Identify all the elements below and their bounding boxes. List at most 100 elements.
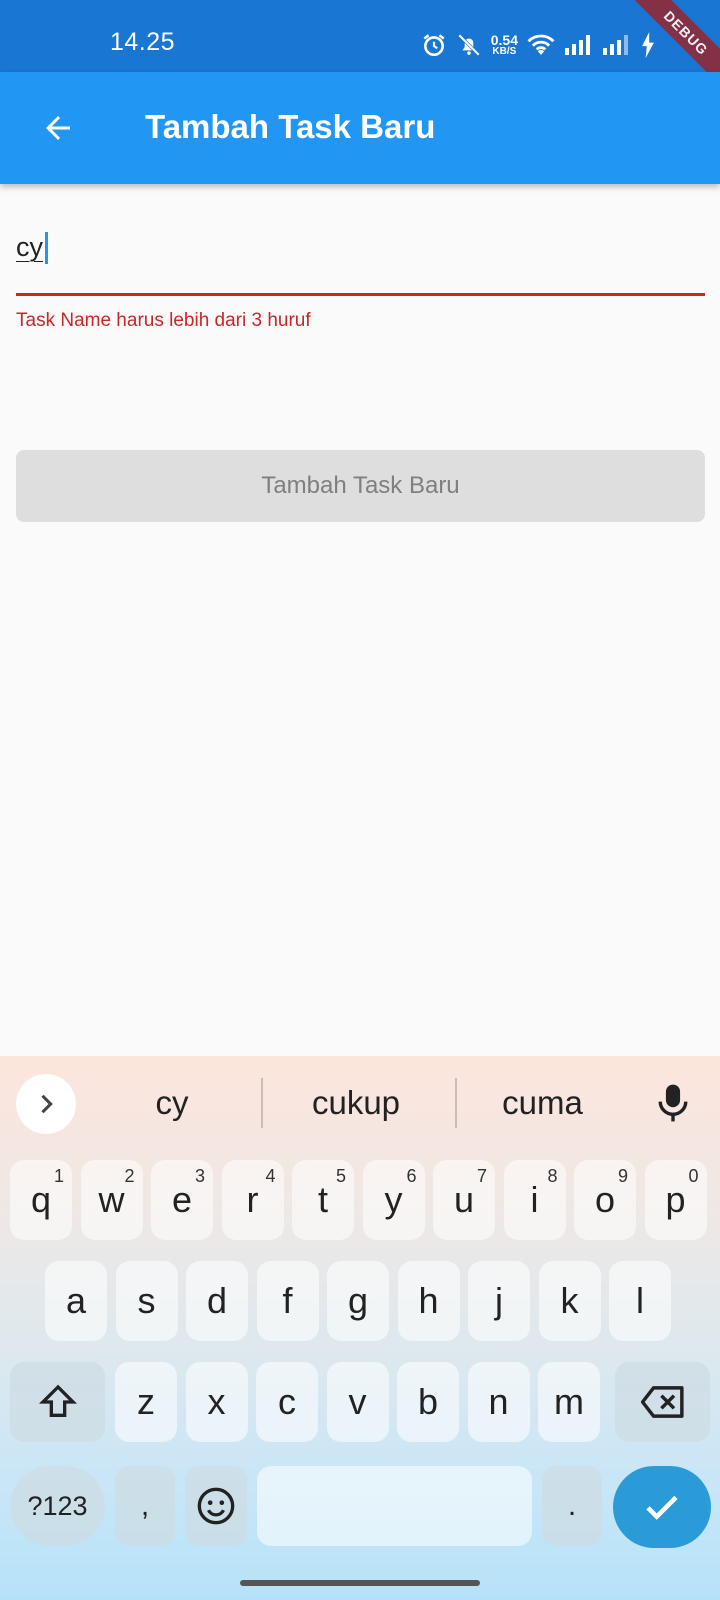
voice-input-button[interactable] (648, 1078, 698, 1128)
key-w[interactable]: w2 (80, 1160, 143, 1240)
key-f-label: f (282, 1280, 293, 1321)
key-x-label: x (207, 1381, 226, 1422)
key-m-label: m (554, 1381, 584, 1422)
net-speed-value: 0.54 (490, 32, 518, 48)
suggestion-divider (455, 1078, 457, 1128)
space-key[interactable] (257, 1466, 532, 1546)
suggestion-1[interactable]: cy (112, 1084, 232, 1122)
key-s[interactable]: s (115, 1261, 178, 1341)
text-cursor (45, 232, 48, 264)
key-u-number-hint: 7 (476, 1166, 487, 1186)
key-u-label: u (453, 1179, 475, 1220)
key-r-number-hint: 4 (265, 1166, 276, 1186)
net-speed: 0.54 KB/S (491, 33, 518, 57)
key-w-label: w (98, 1179, 125, 1220)
key-i-number-hint: 8 (547, 1166, 558, 1186)
key-w-number-hint: 2 (124, 1166, 135, 1186)
key-a-label: a (65, 1280, 87, 1321)
key-y[interactable]: y6 (362, 1160, 425, 1240)
suggestion-2[interactable]: cukup (276, 1084, 436, 1122)
key-u[interactable]: u7 (433, 1160, 495, 1240)
signal-icon (564, 34, 594, 56)
key-n[interactable]: n (467, 1362, 530, 1442)
chevron-right-icon (41, 1094, 53, 1114)
key-r-label: r (246, 1179, 259, 1220)
emoji-key[interactable] (185, 1466, 247, 1546)
key-i[interactable]: i8 (503, 1160, 566, 1240)
suggestion-divider (261, 1078, 263, 1128)
key-v-label: v (348, 1381, 367, 1422)
key-a[interactable]: a (45, 1261, 107, 1341)
signal-icon (602, 34, 632, 56)
key-o-label: o (594, 1179, 616, 1220)
key-i-label: i (530, 1179, 539, 1220)
suggestion-3[interactable]: cuma (470, 1084, 615, 1122)
key-b-label: b (417, 1381, 439, 1422)
key-c[interactable]: c (256, 1362, 318, 1442)
key-d-label: d (206, 1280, 228, 1321)
key-q[interactable]: q1 (10, 1160, 72, 1240)
navigation-handle[interactable] (240, 1580, 480, 1586)
backspace-icon (640, 1386, 684, 1418)
key-q-number-hint: 1 (53, 1166, 64, 1186)
alarm-icon (421, 32, 447, 58)
key-t[interactable]: t5 (292, 1160, 354, 1240)
key-x[interactable]: x (185, 1362, 248, 1442)
comma-key[interactable]: , (115, 1466, 175, 1546)
key-g[interactable]: g (327, 1261, 389, 1341)
task-name-value: cy (16, 232, 43, 262)
period-key[interactable]: . (542, 1466, 602, 1546)
add-task-button[interactable]: Tambah Task Baru (16, 450, 705, 522)
mute-icon (455, 32, 483, 58)
key-y-label: y (384, 1179, 403, 1220)
key-l-label: l (636, 1280, 644, 1321)
key-m[interactable]: m (538, 1362, 600, 1442)
key-k-label: k (560, 1280, 579, 1321)
key-j[interactable]: j (468, 1261, 530, 1341)
soft-keyboard: cy cukup cuma ?123 , . q1w2e3r4t5y6u7i8o… (0, 1056, 720, 1600)
status-bar: 14.25 0.54 KB/S DEBUG (0, 0, 720, 99)
validation-error-text: Task Name harus lebih dari 3 huruf (16, 310, 311, 331)
key-o-number-hint: 9 (617, 1166, 628, 1186)
key-p-label: p (665, 1179, 686, 1220)
key-g-label: g (347, 1280, 369, 1321)
mic-icon (658, 1084, 688, 1122)
key-h[interactable]: h (397, 1261, 460, 1341)
symbols-key[interactable]: ?123 (10, 1466, 105, 1546)
key-p[interactable]: p0 (644, 1160, 707, 1240)
enter-key[interactable] (613, 1466, 711, 1548)
key-o[interactable]: o9 (574, 1160, 636, 1240)
key-e[interactable]: e3 (151, 1160, 213, 1240)
key-b[interactable]: b (397, 1362, 459, 1442)
check-icon (646, 1495, 678, 1520)
key-f[interactable]: f (256, 1261, 319, 1341)
key-k[interactable]: k (538, 1261, 601, 1341)
key-d[interactable]: d (186, 1261, 248, 1341)
suggestion-bar: cy cukup cuma (0, 1056, 720, 1156)
key-z[interactable]: z (115, 1362, 177, 1442)
back-button[interactable] (30, 100, 86, 156)
charging-icon (640, 32, 656, 58)
key-p-number-hint: 0 (688, 1166, 699, 1186)
key-l[interactable]: l (609, 1261, 671, 1341)
key-y-number-hint: 6 (406, 1166, 417, 1186)
emoji-icon (197, 1487, 235, 1525)
key-n-label: n (488, 1381, 509, 1422)
key-j-label: j (495, 1280, 503, 1321)
key-c-label: c (278, 1381, 296, 1422)
key-v[interactable]: v (326, 1362, 389, 1442)
task-name-field[interactable]: cy Task Name harus lebih dari 3 huruf (16, 220, 705, 332)
key-r[interactable]: r4 (221, 1160, 284, 1240)
shift-icon (38, 1384, 77, 1417)
keyboard-expand-button[interactable] (16, 1074, 76, 1134)
backspace-key[interactable] (615, 1362, 710, 1442)
key-h-label: h (418, 1280, 439, 1321)
app-bar: Tambah Task Baru (0, 72, 720, 184)
key-e-label: e (171, 1179, 193, 1220)
arrow-back-icon (46, 116, 70, 140)
task-name-input[interactable]: cy (16, 220, 705, 296)
key-z-label: z (137, 1381, 155, 1422)
wifi-icon (526, 32, 556, 58)
shift-key[interactable] (10, 1362, 105, 1442)
page-title: Tambah Task Baru (145, 108, 436, 145)
